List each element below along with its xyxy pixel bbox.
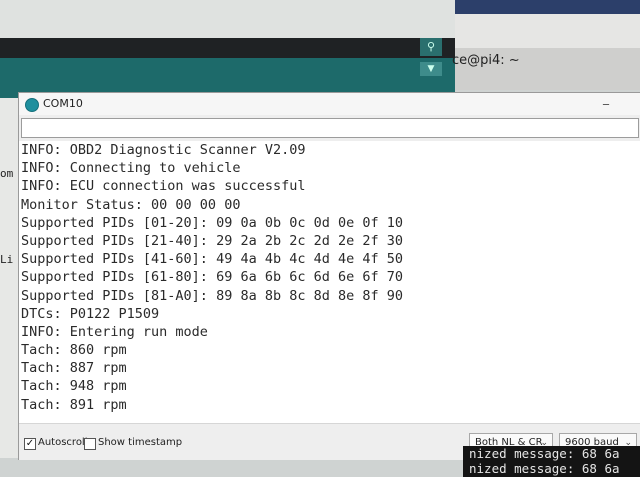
terminal-line: nized message: 68 6a (469, 461, 620, 476)
background-fragment: om (0, 167, 14, 180)
output-line: Supported PIDs [81-A0]: 89 8a 8b 8c 8d 8… (21, 287, 404, 304)
output-line: Supported PIDs [61-80]: 69 6a 6b 6c 6d 6… (21, 269, 404, 286)
window-title: COM10 (43, 97, 83, 110)
output-line: INFO: Connecting to vehicle (21, 160, 241, 177)
output-line: Tach: 887 rpm (21, 360, 127, 377)
output-line: DTCs: P0122 P1509 (21, 305, 160, 322)
output-line: Tach: 891 rpm (21, 396, 127, 413)
background-fragment: Li (0, 253, 14, 266)
output-line: Supported PIDs [21-40]: 29 2a 2b 2c 2d 2… (21, 232, 404, 249)
output-line: Monitor Status: 00 00 00 00 (21, 196, 241, 213)
background-terminal-titlebar (455, 0, 640, 14)
output-line: Supported PIDs [41-60]: 49 4a 4b 4c 4d 4… (21, 251, 404, 268)
send-input[interactable] (21, 118, 639, 138)
timestamp-label: Show timestamp (98, 437, 183, 448)
output-line: INFO: OBD2 Diagnostic Scanner V2.09 (21, 142, 306, 158)
output-line: Tach: 860 rpm (21, 342, 127, 359)
autoscroll-label: Autoscroll (38, 437, 88, 448)
output-line: INFO: Entering run mode (21, 323, 208, 340)
output-line: Tach: 948 rpm (21, 378, 127, 395)
serial-monitor-window: COM10 _ INFO: OBD2 Diagnostic Scanner V2… (18, 91, 640, 460)
terminal-window-title: ce@pi4: ~ (452, 53, 520, 68)
terminal-line: nized message: 68 6a (469, 446, 620, 461)
search-icon[interactable]: ⚲ (420, 38, 442, 56)
background-window (0, 0, 455, 39)
autoscroll-checkbox[interactable]: ✓ (24, 438, 36, 450)
background-toolbar (0, 38, 455, 58)
chevron-down-icon[interactable]: ▼ (420, 62, 442, 76)
minimize-button[interactable]: _ (603, 91, 609, 105)
output-line: INFO: ECU connection was successful (21, 178, 306, 195)
arduino-icon (25, 98, 39, 112)
window-titlebar: COM10 _ (19, 91, 640, 115)
background-terminal-output: nized message: 68 6a nized message: 68 6… (463, 446, 640, 477)
output-line: Supported PIDs [01-20]: 09 0a 0b 0c 0d 0… (21, 214, 404, 231)
serial-output[interactable]: INFO: OBD2 Diagnostic Scanner V2.09 INFO:… (19, 141, 640, 423)
send-row (19, 115, 640, 141)
timestamp-checkbox[interactable] (84, 438, 96, 450)
background-left-edge (0, 98, 18, 458)
